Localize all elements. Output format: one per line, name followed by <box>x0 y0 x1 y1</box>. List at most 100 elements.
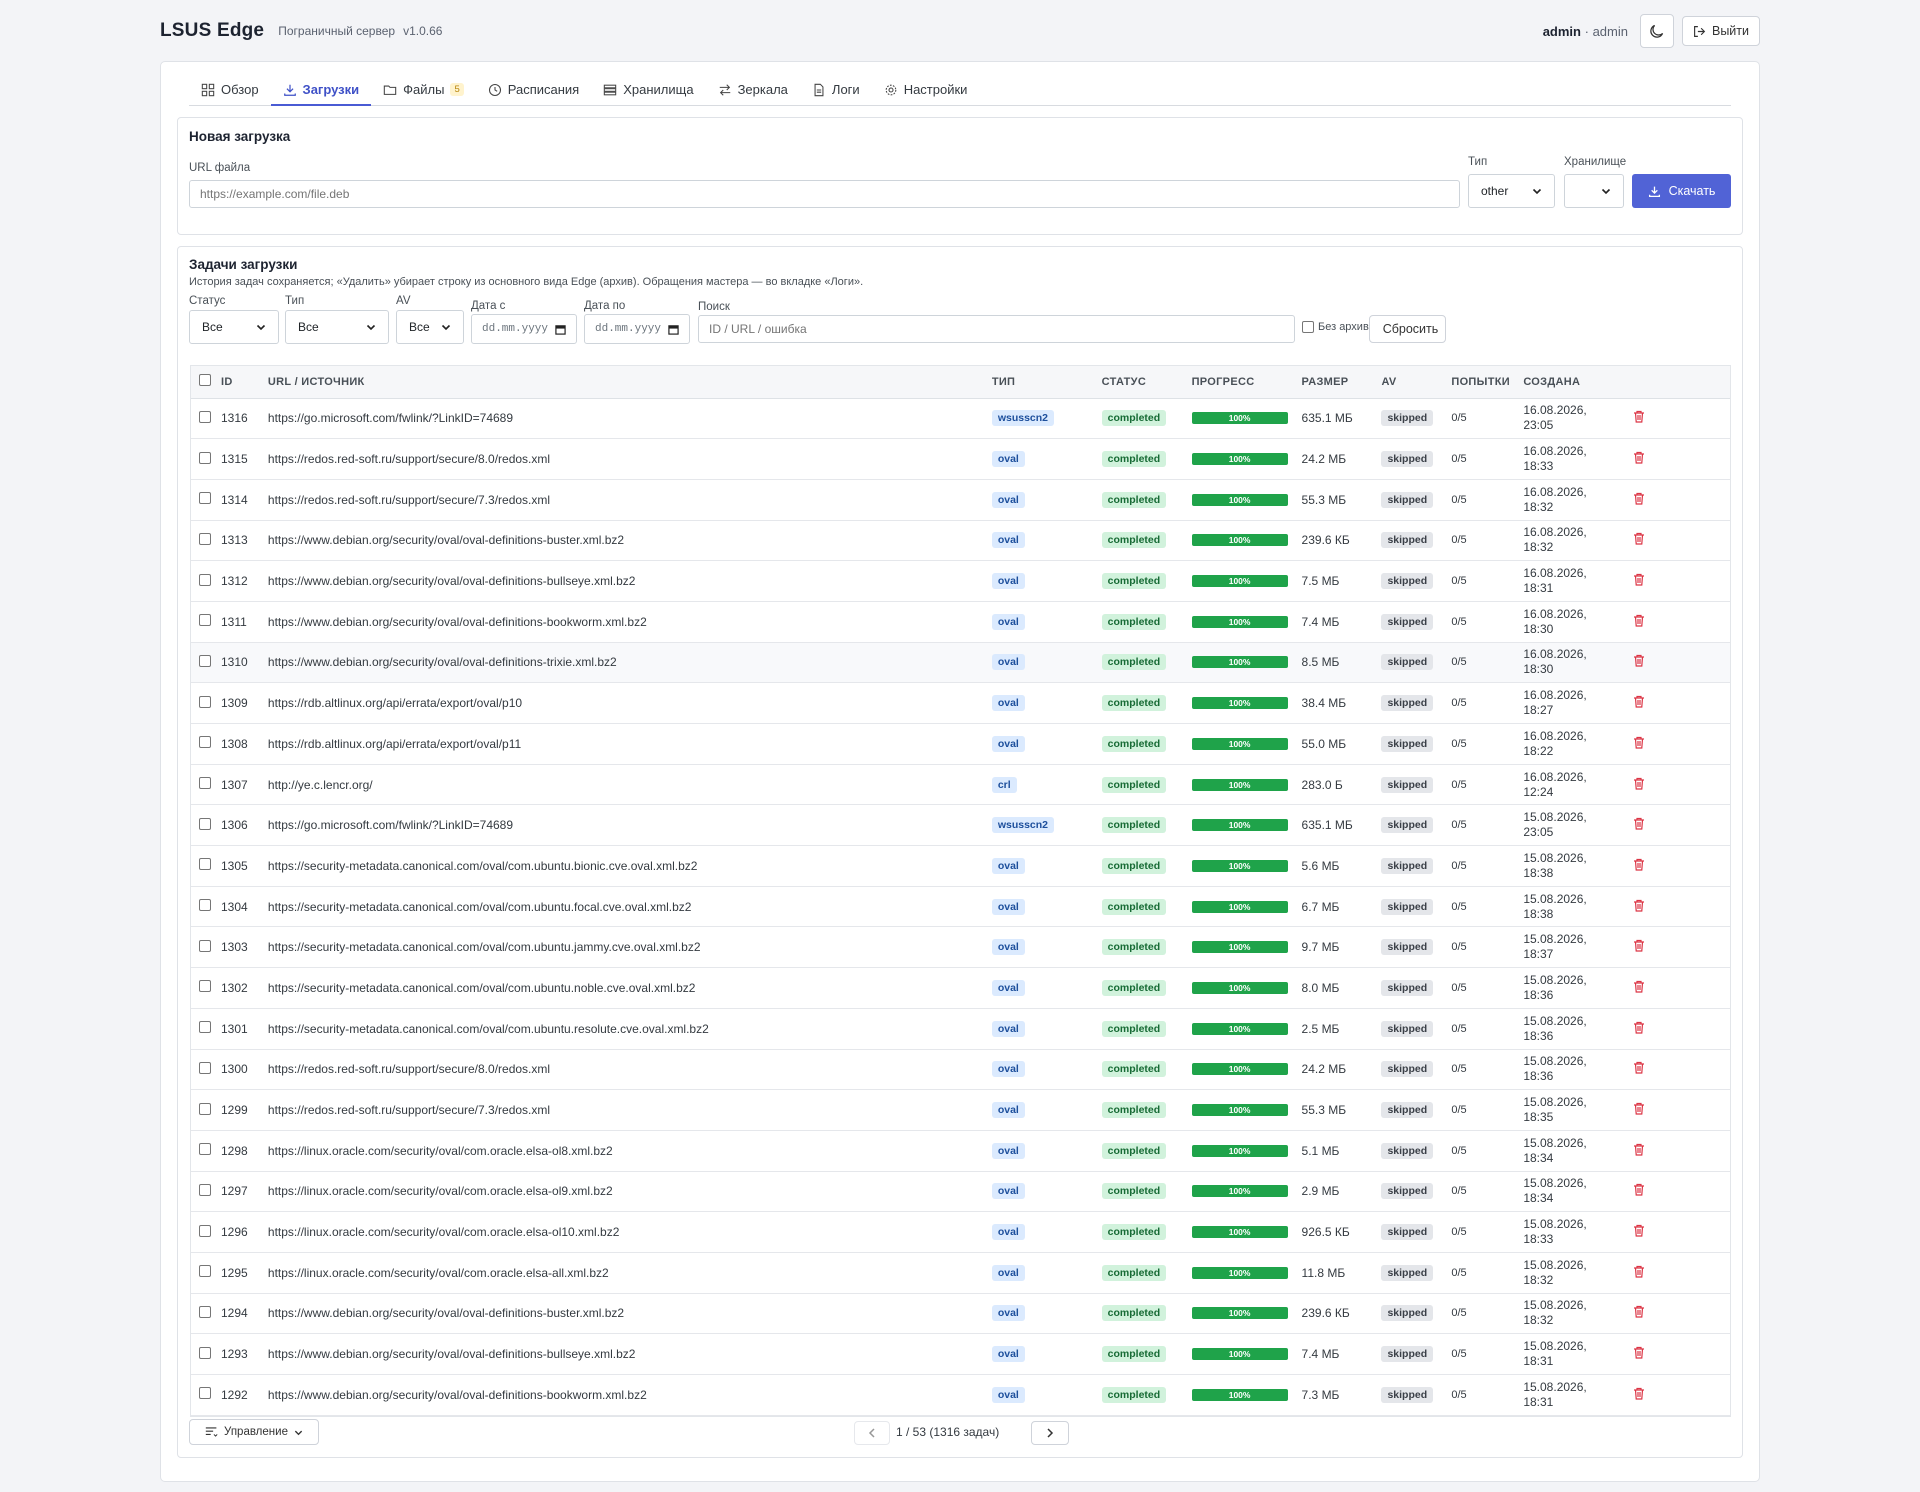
delete-button[interactable] <box>1633 1387 1645 1403</box>
row-checkbox[interactable] <box>199 777 211 790</box>
col-header[interactable]: ТИП <box>991 366 1102 399</box>
manage-dropdown-button[interactable]: Управление <box>189 1419 319 1445</box>
table-row[interactable]: 1300 https://redos.red-soft.ru/support/se… <box>191 1049 1730 1091</box>
col-header[interactable]: СТАТУС <box>1101 366 1192 399</box>
col-header[interactable]: ПРОГРЕСС <box>1191 366 1302 399</box>
delete-button[interactable] <box>1633 1184 1645 1199</box>
select-all-checkbox[interactable] <box>199 374 211 387</box>
delete-button[interactable] <box>1633 1306 1645 1321</box>
delete-button[interactable] <box>1633 940 1645 955</box>
table-row[interactable]: 1296 https://linux.oracle.com/security/ov… <box>191 1211 1730 1253</box>
tab-settings[interactable]: Настройки <box>872 82 980 105</box>
delete-button[interactable] <box>1633 777 1645 793</box>
table-row[interactable]: 1307 http://ye.c.lencr.org/crl completed 10… <box>191 764 1730 806</box>
av-filter-select[interactable]: Все <box>396 310 464 344</box>
table-row[interactable]: 1316 https://go.microsoft.com/fwlink/?Lin… <box>191 398 1730 440</box>
tab-logs[interactable]: Логи <box>800 82 872 105</box>
table-row[interactable]: 1293 https://www.debian.org/security/oval… <box>191 1333 1730 1375</box>
table-row[interactable]: 1315 https://redos.red-soft.ru/support/se… <box>191 438 1730 480</box>
type-filter-select[interactable]: Все <box>285 310 389 344</box>
table-row[interactable]: 1297 https://linux.oracle.com/security/ov… <box>191 1171 1730 1213</box>
row-checkbox[interactable] <box>199 573 211 586</box>
row-checkbox[interactable] <box>199 451 211 464</box>
storage-select[interactable] <box>1564 174 1624 208</box>
row-checkbox[interactable] <box>199 1102 211 1115</box>
delete-button[interactable] <box>1633 1224 1645 1240</box>
delete-button[interactable] <box>1633 980 1645 996</box>
no-archive-toggle[interactable]: Без архива <box>1302 321 1375 333</box>
table-row[interactable]: 1311 https://www.debian.org/security/oval… <box>191 601 1730 643</box>
delete-button[interactable] <box>1633 492 1645 508</box>
tab-mirrors[interactable]: Зеркала <box>706 82 800 105</box>
row-checkbox[interactable] <box>199 1387 211 1400</box>
table-row[interactable]: 1303 https://security-metadata.canonical.… <box>191 926 1730 969</box>
tab-overview[interactable]: Обзор <box>189 82 271 105</box>
delete-button[interactable] <box>1633 899 1645 915</box>
table-row[interactable]: 1310 https://www.debian.org/security/oval… <box>191 642 1730 684</box>
table-row[interactable]: 1304 https://security-metadata.canonical.… <box>191 886 1730 928</box>
row-checkbox[interactable] <box>199 1183 211 1196</box>
tab-downloads[interactable]: Загрузки <box>270 82 372 106</box>
col-header[interactable]: СОЗДАНА <box>1523 366 1634 399</box>
logout-button[interactable]: Выйти <box>1681 16 1760 46</box>
delete-button[interactable] <box>1633 1143 1645 1159</box>
delete-button[interactable] <box>1633 411 1645 426</box>
row-checkbox[interactable] <box>199 817 211 830</box>
url-input[interactable] <box>189 180 1460 208</box>
table-row[interactable]: 1294 https://www.debian.org/security/oval… <box>191 1293 1730 1335</box>
prev-page-button[interactable] <box>854 1421 890 1445</box>
table-row[interactable]: 1298 https://linux.oracle.com/security/ov… <box>191 1130 1730 1172</box>
delete-button[interactable] <box>1633 1347 1645 1362</box>
row-checkbox[interactable] <box>199 1305 211 1318</box>
delete-button[interactable] <box>1633 1102 1645 1118</box>
theme-toggle-button[interactable] <box>1639 14 1674 48</box>
col-header[interactable]: URL / ИСТОЧНИК <box>267 366 992 399</box>
row-checkbox[interactable] <box>199 1224 211 1237</box>
row-checkbox[interactable] <box>199 939 211 952</box>
row-checkbox[interactable] <box>199 654 211 667</box>
tab-files[interactable]: Файлы 5 <box>371 82 476 105</box>
table-row[interactable]: 1295 https://linux.oracle.com/security/ov… <box>191 1252 1730 1294</box>
date-from-input[interactable]: dd.mm.yyyy <box>471 314 577 344</box>
table-row[interactable]: 1313 https://www.debian.org/security/oval… <box>191 520 1730 562</box>
download-submit-button[interactable]: Скачать <box>1632 174 1731 208</box>
table-row[interactable]: 1292 https://www.debian.org/security/oval… <box>191 1374 1730 1416</box>
col-header[interactable]: ПОПЫТКИ <box>1451 366 1524 399</box>
row-checkbox[interactable] <box>199 1346 211 1359</box>
table-row[interactable]: 1299 https://redos.red-soft.ru/support/se… <box>191 1089 1730 1131</box>
table-row[interactable]: 1314 https://redos.red-soft.ru/support/se… <box>191 479 1730 521</box>
table-row[interactable]: 1305 https://security-metadata.canonical.… <box>191 845 1730 887</box>
row-checkbox[interactable] <box>199 899 211 912</box>
delete-button[interactable] <box>1633 736 1645 752</box>
reset-filters-button[interactable]: Сбросить <box>1369 315 1446 343</box>
delete-button[interactable] <box>1633 533 1645 548</box>
row-checkbox[interactable] <box>199 410 211 423</box>
type-select[interactable]: other <box>1468 174 1555 208</box>
no-archive-checkbox[interactable] <box>1302 321 1314 333</box>
delete-button[interactable] <box>1633 858 1645 874</box>
delete-button[interactable] <box>1633 1265 1645 1281</box>
row-checkbox[interactable] <box>199 858 211 871</box>
delete-button[interactable] <box>1633 655 1645 670</box>
next-page-button[interactable] <box>1031 1421 1069 1445</box>
delete-button[interactable] <box>1633 614 1645 630</box>
tab-storages[interactable]: Хранилища <box>591 82 705 105</box>
row-checkbox[interactable] <box>199 1143 211 1156</box>
delete-button[interactable] <box>1633 451 1645 467</box>
col-header[interactable]: AV <box>1381 366 1452 399</box>
table-row[interactable]: 1302 https://security-metadata.canonical.… <box>191 967 1730 1009</box>
date-to-input[interactable]: dd.mm.yyyy <box>584 314 690 344</box>
table-row[interactable]: 1301 https://security-metadata.canonical.… <box>191 1008 1730 1050</box>
row-checkbox[interactable] <box>199 1021 211 1034</box>
table-row[interactable]: 1309 https://rdb.altlinux.org/api/errata/… <box>191 682 1730 724</box>
tab-schedules[interactable]: Расписания <box>476 82 591 105</box>
col-header[interactable]: РАЗМЕР <box>1301 366 1382 399</box>
row-checkbox[interactable] <box>199 1061 211 1074</box>
table-row[interactable]: 1306 https://go.microsoft.com/fwlink/?Lin… <box>191 804 1730 847</box>
search-input[interactable] <box>698 315 1295 343</box>
delete-button[interactable] <box>1633 696 1645 711</box>
delete-button[interactable] <box>1633 1062 1645 1077</box>
row-checkbox[interactable] <box>199 492 211 505</box>
col-header[interactable]: ID <box>220 366 268 399</box>
row-checkbox[interactable] <box>199 980 211 993</box>
